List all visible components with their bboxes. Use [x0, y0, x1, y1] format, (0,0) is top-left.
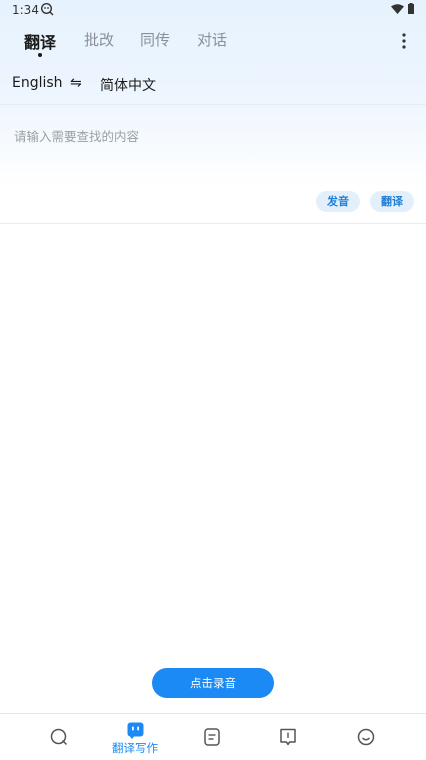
source-language[interactable]: English: [12, 75, 63, 91]
book-icon: [280, 728, 296, 746]
divider: [0, 223, 426, 224]
status-bar: 1:34: [0, 0, 426, 20]
document-icon: [204, 728, 220, 746]
tab-translate[interactable]: 翻译: [24, 29, 56, 53]
translation-input[interactable]: [12, 124, 416, 178]
wifi-icon: [391, 4, 404, 14]
tab-bar: 翻译 批改 同传 对话: [0, 24, 426, 60]
record-button[interactable]: 点击录音: [152, 668, 274, 698]
divider: [0, 104, 426, 105]
search-chat-icon: [50, 728, 68, 746]
smiley-icon: [357, 728, 375, 746]
active-tab-indicator: [38, 53, 42, 57]
nav-item-documents[interactable]: [183, 714, 241, 760]
bottom-nav: 翻译写作: [0, 713, 426, 760]
more-options-icon[interactable]: [398, 32, 410, 50]
battery-icon: [408, 3, 414, 14]
nav-item-translate-write[interactable]: 翻译写作: [105, 714, 167, 760]
nav-item-book[interactable]: [259, 714, 317, 760]
tab-interpret[interactable]: 同传: [140, 29, 170, 50]
translate-robot-icon: [127, 722, 144, 739]
swap-languages-icon[interactable]: ⇋: [70, 75, 84, 91]
tab-dialogue[interactable]: 对话: [197, 29, 227, 50]
nav-item-profile[interactable]: [337, 714, 395, 760]
status-time: 1:34: [12, 3, 39, 17]
pronounce-button[interactable]: 发音: [316, 191, 360, 212]
translate-button[interactable]: 翻译: [370, 191, 414, 212]
language-selector: English ⇋ 简体中文: [0, 70, 426, 98]
nav-label: 翻译写作: [112, 741, 158, 755]
tab-correct[interactable]: 批改: [84, 29, 114, 50]
notification-icon: [40, 2, 54, 16]
target-language[interactable]: 简体中文: [100, 75, 156, 95]
nav-item-search[interactable]: [30, 714, 88, 760]
